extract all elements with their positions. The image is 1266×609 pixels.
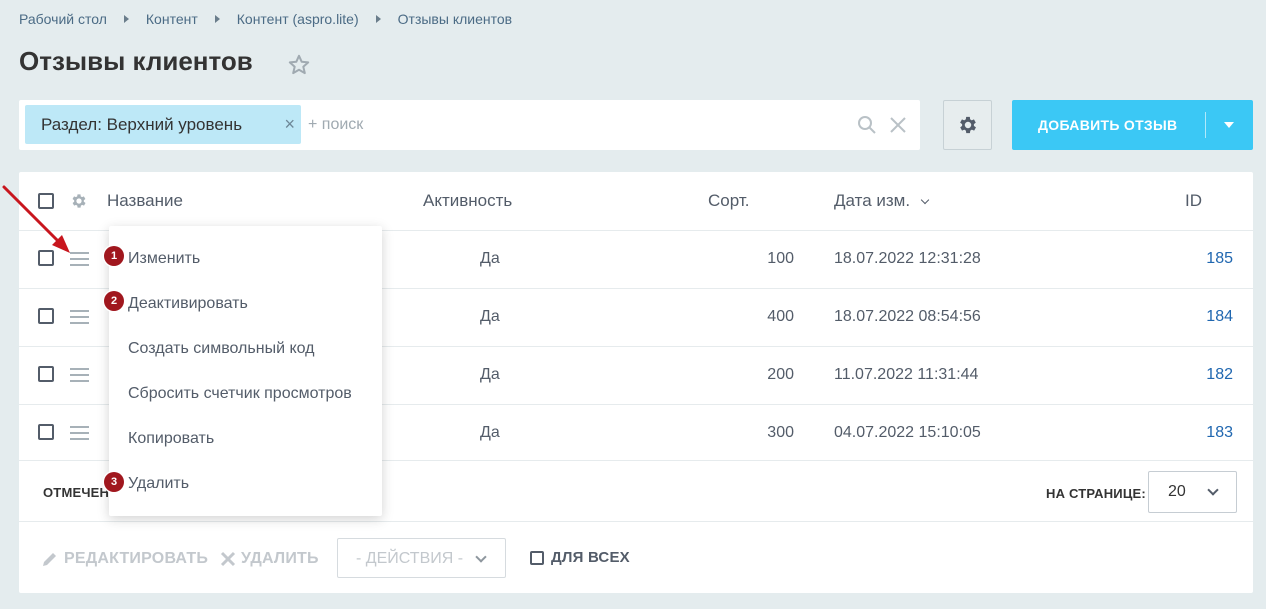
chevron-down-icon [1207, 484, 1219, 496]
breadcrumb-separator-icon [123, 15, 129, 23]
caret-down-icon[interactable] [1224, 122, 1234, 128]
menu-item-reset-views[interactable]: Сбросить счетчик просмотров [128, 385, 352, 403]
row-checkbox[interactable] [38, 366, 54, 382]
grid-header: Название Активность Сорт. Дата изм. ID [19, 172, 1253, 231]
filter-chip[interactable]: Раздел: Верхний уровень × [25, 105, 301, 144]
column-header-active[interactable]: Активность [423, 191, 512, 211]
row-context-menu: Изменить Деактивировать Создать символьн… [109, 226, 382, 516]
row-id-link[interactable]: 184 [1206, 308, 1233, 326]
row-checkbox[interactable] [38, 308, 54, 324]
page-title: Отзывы клиентов [19, 46, 253, 76]
menu-item-create-code[interactable]: Создать символьный код [128, 340, 315, 358]
filter-chip-label: Раздел: Верхний уровень [41, 114, 243, 134]
breadcrumb-current[interactable]: Отзывы клиентов [398, 11, 512, 27]
row-sort: 200 [767, 366, 794, 383]
add-button-divider [1205, 112, 1206, 138]
row-active: Да [480, 250, 500, 267]
for-all-checkbox-box[interactable] [530, 550, 544, 565]
row-menu-icon[interactable] [70, 368, 89, 382]
breadcrumb-separator-icon [214, 15, 220, 23]
column-header-sort[interactable]: Сорт. [708, 191, 749, 211]
settings-button[interactable] [943, 100, 992, 150]
clear-search-icon[interactable] [888, 115, 908, 135]
add-review-label: ДОБАВИТЬ ОТЗЫВ [1038, 117, 1178, 133]
actions-select[interactable]: - ДЕЙСТВИЯ - [337, 538, 506, 578]
chevron-down-icon [475, 551, 487, 563]
step-badge: 1 [104, 246, 124, 266]
for-all-label: ДЛЯ ВСЕХ [551, 549, 630, 566]
actions-select-value: - ДЕЙСТВИЯ - [356, 550, 464, 567]
filter-search-bar[interactable]: Раздел: Верхний уровень × + поиск [19, 100, 920, 150]
step-badge: 2 [104, 291, 124, 311]
delete-selected-label: УДАЛИТЬ [241, 550, 319, 567]
marked-count-label: ОТМЕЧЕН [43, 485, 110, 500]
per-page-label: НА СТРАНИЦЕ: [1046, 486, 1146, 501]
row-date: 11.07.2022 11:31:44 [834, 366, 979, 383]
breadcrumb-content[interactable]: Контент [146, 11, 198, 27]
menu-item-edit[interactable]: Изменить [128, 250, 200, 268]
row-active: Да [480, 308, 500, 325]
gear-icon [959, 116, 976, 134]
row-checkbox[interactable] [38, 424, 54, 440]
add-review-button[interactable]: ДОБАВИТЬ ОТЗЫВ [1012, 100, 1253, 150]
row-menu-icon[interactable] [70, 310, 89, 324]
row-id-link[interactable]: 183 [1206, 424, 1233, 442]
for-all-checkbox[interactable]: ДЛЯ ВСЕХ [530, 549, 630, 566]
row-sort: 400 [767, 308, 794, 325]
row-id-link[interactable]: 185 [1206, 250, 1233, 268]
column-header-date[interactable]: Дата изм. [834, 191, 910, 211]
search-icon[interactable] [857, 115, 877, 135]
edit-selected-label: РЕДАКТИРОВАТЬ [64, 550, 209, 567]
edit-selected-button[interactable]: РЕДАКТИРОВАТЬ [41, 550, 208, 568]
row-sort: 300 [767, 424, 794, 441]
row-id-link[interactable]: 182 [1206, 366, 1233, 384]
breadcrumb-separator-icon [375, 15, 381, 23]
close-icon [220, 551, 236, 567]
menu-item-copy[interactable]: Копировать [128, 430, 214, 448]
row-active: Да [480, 366, 500, 383]
per-page-select[interactable]: 20 [1148, 471, 1237, 513]
row-sort: 100 [767, 250, 794, 267]
column-header-id[interactable]: ID [1185, 191, 1202, 211]
star-icon[interactable] [287, 53, 311, 77]
row-date: 18.07.2022 08:54:56 [834, 308, 981, 325]
row-date: 18.07.2022 12:31:28 [834, 250, 981, 267]
search-input[interactable]: + поиск [308, 116, 363, 134]
row-active: Да [480, 424, 500, 441]
step-badge: 3 [104, 472, 124, 492]
row-date: 04.07.2022 15:10:05 [834, 424, 981, 441]
column-header-name[interactable]: Название [107, 191, 183, 211]
sort-desc-chevron-icon [920, 195, 930, 205]
breadcrumb: Рабочий стол Контент Контент (aspro.lite… [19, 11, 512, 27]
row-menu-icon[interactable] [70, 426, 89, 440]
per-page-value: 20 [1168, 483, 1186, 500]
chip-close-icon[interactable]: × [284, 115, 295, 133]
menu-item-delete[interactable]: Удалить [128, 475, 189, 493]
annotation-arrow-icon [2, 185, 70, 253]
pencil-icon [43, 553, 56, 566]
delete-selected-button[interactable]: УДАЛИТЬ [220, 550, 319, 568]
breadcrumb-desktop[interactable]: Рабочий стол [19, 11, 107, 27]
menu-item-deactivate[interactable]: Деактивировать [128, 295, 248, 313]
grid-footer-actions: РЕДАКТИРОВАТЬ УДАЛИТЬ - ДЕЙСТВИЯ - ДЛЯ В… [19, 522, 1253, 593]
breadcrumb-content-aspro[interactable]: Контент (aspro.lite) [237, 11, 359, 27]
